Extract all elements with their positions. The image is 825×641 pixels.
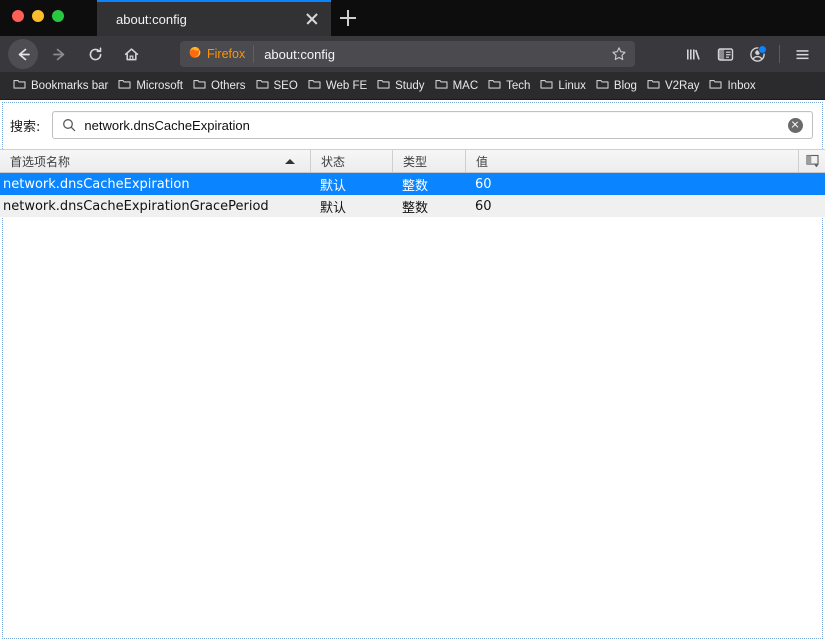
folder-icon [647, 77, 660, 95]
folder-icon [193, 77, 206, 95]
column-header-name[interactable]: 首选项名称 [0, 150, 310, 172]
cell-pref-name: network.dnsCacheExpirationGracePeriod [3, 198, 269, 214]
bookmark-label: MAC [452, 79, 479, 92]
cell-pref-name: network.dnsCacheExpiration [3, 176, 190, 192]
column-picker-icon[interactable] [798, 150, 821, 172]
bookmark-label: Microsoft [136, 79, 183, 92]
column-header-label: 状态 [321, 154, 346, 169]
identity-label: Firefox [207, 47, 246, 61]
bookmark-item-bookmarks-bar[interactable]: Bookmarks bar [9, 75, 114, 97]
folder-icon [709, 77, 723, 95]
sort-ascending-icon [285, 158, 295, 164]
cell-pref-status: 默认 [320, 178, 347, 194]
bookmark-item-seo[interactable]: SEO [252, 75, 304, 97]
table-header-row: 首选项名称 状态 类型 值 [0, 149, 825, 173]
toolbar-right-icons [678, 36, 817, 72]
bookmark-item-linux[interactable]: Linux [536, 75, 592, 97]
cell-pref-type: 整数 [402, 200, 429, 216]
bookmark-item-blog[interactable]: Blog [592, 75, 643, 97]
table-row[interactable]: network.dnsCacheExpiration 默认 整数 60 [0, 173, 825, 195]
column-header-label: 值 [476, 154, 489, 169]
home-icon[interactable] [116, 39, 146, 69]
cell-pref-value: 60 [475, 176, 492, 192]
bookmarks-bar: Bookmarks bar Microsoft Others SEO Web F… [0, 72, 825, 100]
bookmark-label: Web FE [325, 79, 368, 92]
tab-about-config[interactable]: about:config [97, 0, 331, 36]
bookmark-label: Blog [613, 79, 637, 92]
search-icon [62, 118, 76, 132]
back-arrow-icon[interactable] [8, 39, 38, 69]
star-icon[interactable] [606, 42, 632, 66]
minimize-window-button[interactable] [32, 10, 44, 22]
account-notification-badge [758, 45, 767, 54]
browser-window: about:config Firefox about:config Bookma… [0, 0, 825, 641]
column-header-label: 首选项名称 [10, 154, 71, 169]
search-row: 搜索: network.dnsCacheExpiration [0, 100, 825, 149]
bookmark-label: Tech [506, 79, 531, 92]
reload-icon[interactable] [80, 39, 110, 69]
bookmark-item-tech[interactable]: Tech [484, 75, 536, 97]
folder-icon [377, 77, 390, 95]
bookmark-label: Study [395, 79, 425, 92]
search-label: 搜索: [10, 119, 41, 135]
folder-icon [596, 77, 609, 95]
bookmark-label: Others [211, 79, 246, 92]
bookmark-item-microsoft[interactable]: Microsoft [114, 75, 189, 97]
plus-icon[interactable] [336, 6, 360, 30]
bookmark-item-v2ray[interactable]: V2Ray [643, 75, 706, 97]
folder-icon [540, 77, 553, 95]
folder-icon [255, 77, 269, 95]
cell-pref-value: 60 [475, 198, 492, 214]
toolbar-divider [779, 45, 780, 63]
cell-pref-status: 默认 [320, 200, 347, 216]
url-text[interactable]: about:config [264, 47, 606, 62]
bookmark-item-others[interactable]: Others [189, 75, 252, 97]
close-icon[interactable] [301, 8, 323, 30]
column-header-status[interactable]: 状态 [310, 150, 392, 172]
hamburger-menu-icon[interactable] [787, 39, 817, 69]
window-controls [12, 10, 64, 22]
table-row[interactable]: network.dnsCacheExpirationGracePeriod 默认… [0, 195, 825, 217]
library-icon[interactable] [678, 39, 708, 69]
bookmark-label: SEO [273, 79, 298, 92]
bookmark-label: Linux [558, 79, 586, 92]
close-window-button[interactable] [12, 10, 24, 22]
bookmark-item-web-fe[interactable]: Web FE [304, 75, 373, 97]
folder-icon [118, 77, 131, 95]
cell-pref-type: 整数 [402, 178, 429, 194]
tab-title: about:config [116, 11, 187, 27]
bookmark-item-study[interactable]: Study [373, 75, 430, 97]
search-input-value[interactable]: network.dnsCacheExpiration [84, 118, 788, 133]
bookmark-label: Bookmarks bar [31, 79, 109, 92]
identity-box[interactable]: Firefox [180, 45, 255, 64]
firefox-logo-icon [188, 45, 202, 64]
preferences-table: 首选项名称 状态 类型 值 network.dnsCacheExpiration… [0, 149, 825, 217]
bookmark-item-mac[interactable]: MAC [431, 75, 485, 97]
bookmark-item-inbox[interactable]: Inbox [705, 75, 761, 97]
url-bar[interactable]: Firefox about:config [180, 41, 635, 67]
bookmark-label: V2Ray [664, 79, 700, 92]
forward-arrow-icon[interactable] [44, 39, 74, 69]
column-header-type[interactable]: 类型 [392, 150, 465, 172]
column-header-value[interactable]: 值 [465, 150, 825, 172]
account-icon[interactable] [742, 39, 772, 69]
bookmark-label: Inbox [727, 79, 756, 92]
navigation-toolbar: Firefox about:config [0, 36, 825, 72]
sidebar-icon[interactable] [710, 39, 740, 69]
folder-icon [13, 77, 26, 95]
folder-icon [308, 77, 321, 95]
about-config-page: 搜索: network.dnsCacheExpiration 首选项名称 状态 … [0, 100, 825, 641]
folder-icon [488, 77, 501, 95]
zoom-window-button[interactable] [52, 10, 64, 22]
title-bar: about:config [0, 0, 825, 36]
column-header-label: 类型 [403, 154, 428, 169]
folder-icon [435, 77, 448, 95]
clear-circle-icon[interactable] [788, 117, 803, 133]
search-input[interactable]: network.dnsCacheExpiration [52, 111, 813, 139]
